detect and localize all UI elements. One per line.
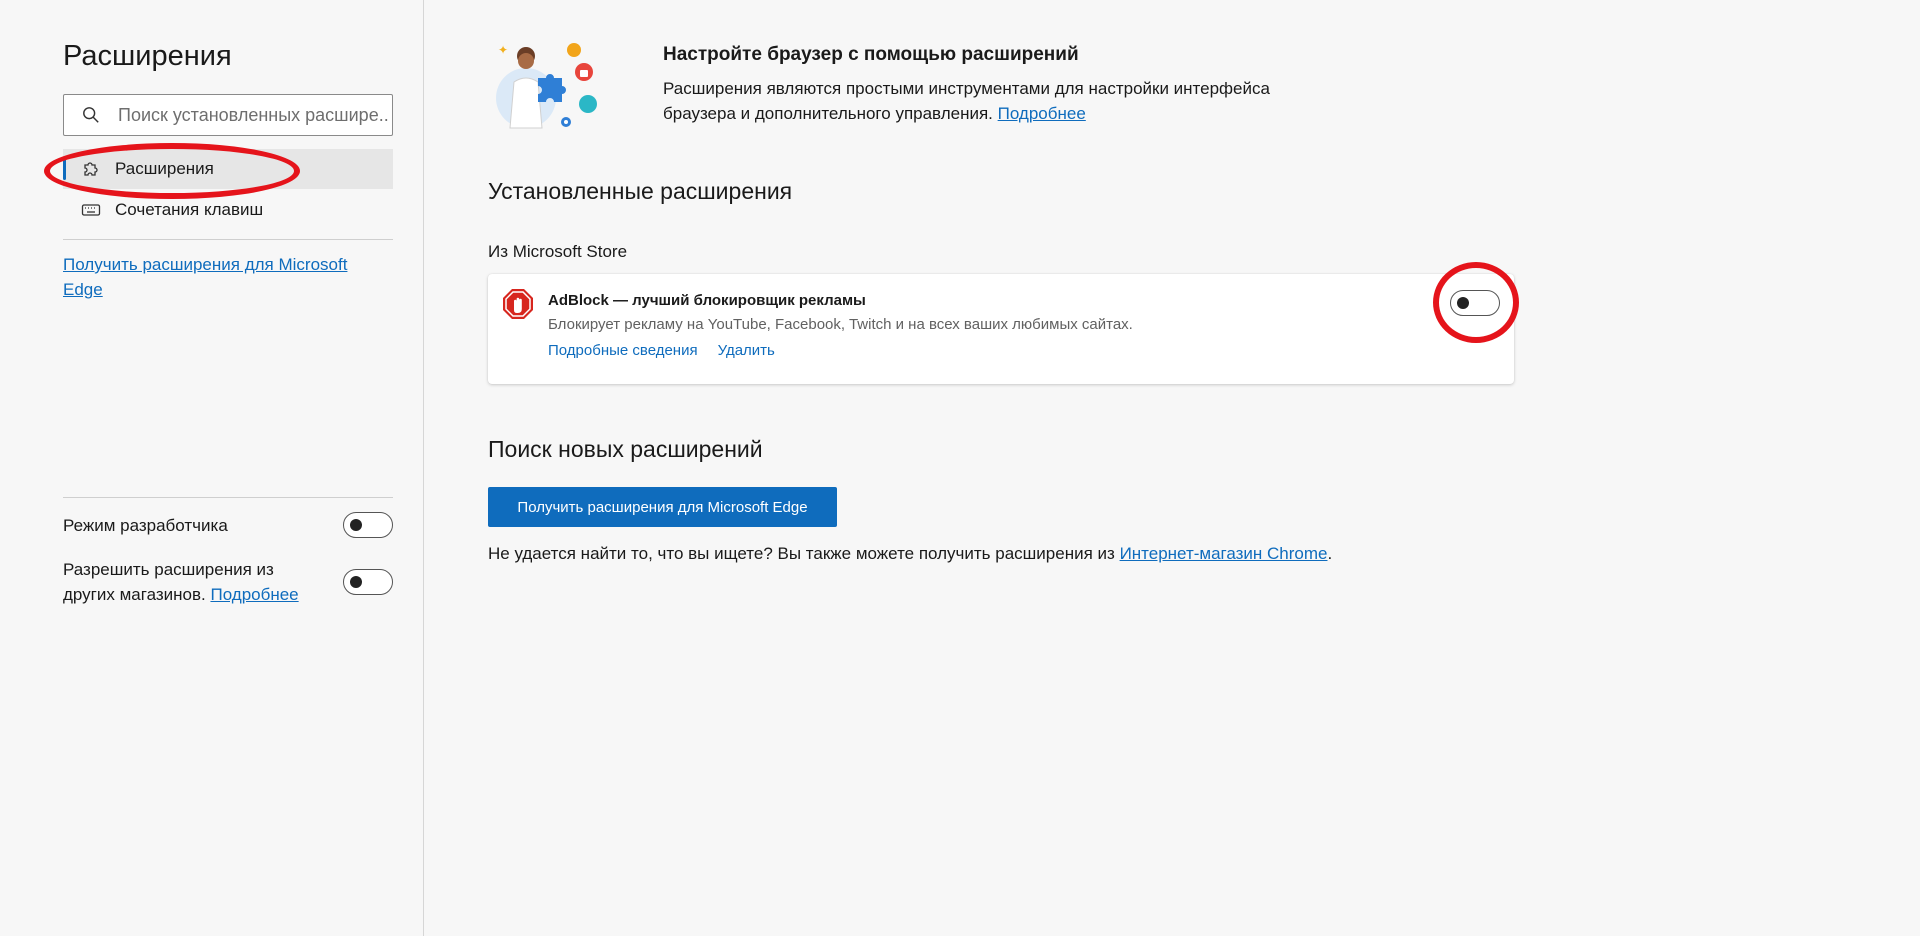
extension-card: AdBlock — лучший блокировщик рекламы Бло… bbox=[488, 274, 1514, 384]
developer-mode-label: Режим разработчика bbox=[63, 515, 228, 535]
extension-links: Подробные сведения Удалить bbox=[548, 342, 775, 359]
sidebar-item-label: Расширения bbox=[115, 159, 214, 178]
adblock-icon bbox=[503, 289, 533, 319]
chrome-store-hint: Не удается найти то, что вы ищете? Вы та… bbox=[488, 544, 1332, 564]
hero-description: Расширения являются простыми инструмента… bbox=[663, 76, 1303, 126]
allow-other-stores-label: Разрешить расширения из других магазинов… bbox=[63, 557, 323, 607]
get-extensions-link[interactable]: Получить расширения для Microsoft Edge bbox=[63, 252, 383, 302]
chrome-store-hint-end: . bbox=[1327, 544, 1333, 563]
hero-title: Настройте браузер с помощью расширений bbox=[663, 44, 1079, 65]
developer-mode-row: Режим разработчика bbox=[63, 512, 393, 538]
allow-other-stores-row: Разрешить расширения из других магазинов… bbox=[63, 557, 393, 607]
search-box[interactable] bbox=[63, 94, 393, 136]
sidebar: Расширения Расширения Сочетания клавиш П… bbox=[0, 0, 424, 936]
allow-other-stores-learn-more-link[interactable]: Подробнее bbox=[210, 585, 298, 604]
hero-description-text: Расширения являются простыми инструмента… bbox=[663, 79, 1270, 123]
toggle-knob bbox=[350, 519, 362, 531]
allow-other-stores-toggle[interactable] bbox=[343, 569, 393, 595]
chrome-web-store-link[interactable]: Интернет-магазин Chrome bbox=[1120, 544, 1328, 563]
toggle-knob bbox=[1457, 297, 1469, 309]
extension-name: AdBlock — лучший блокировщик рекламы bbox=[548, 292, 866, 309]
svg-text:✦: ✦ bbox=[498, 43, 508, 57]
extension-remove-link[interactable]: Удалить bbox=[718, 342, 775, 359]
chrome-store-hint-text: Не удается найти то, что вы ищете? Вы та… bbox=[488, 544, 1115, 563]
divider bbox=[63, 239, 393, 240]
extension-enable-toggle[interactable] bbox=[1450, 290, 1500, 316]
extensions-illustration: ✦ bbox=[496, 43, 597, 129]
get-extensions-button[interactable]: Получить расширения для Microsoft Edge bbox=[488, 487, 837, 527]
hero-learn-more-link[interactable]: Подробнее bbox=[998, 104, 1086, 123]
sidebar-item-extensions[interactable]: Расширения bbox=[63, 149, 393, 189]
sidebar-title: Расширения bbox=[63, 40, 232, 72]
sidebar-item-shortcuts[interactable]: Сочетания клавиш bbox=[63, 190, 393, 230]
toggle-knob bbox=[350, 576, 362, 588]
sidebar-item-label: Сочетания клавиш bbox=[115, 200, 264, 219]
puzzle-icon bbox=[84, 162, 98, 176]
extension-details-link[interactable]: Подробные сведения bbox=[548, 342, 698, 359]
divider bbox=[63, 497, 393, 498]
source-label: Из Microsoft Store bbox=[488, 242, 628, 261]
keyboard-icon bbox=[81, 204, 101, 216]
search-input[interactable] bbox=[118, 104, 388, 126]
search-icon bbox=[83, 107, 99, 123]
installed-extensions-title: Установленные расширения bbox=[488, 178, 793, 204]
developer-mode-toggle[interactable] bbox=[343, 512, 393, 538]
find-new-extensions-title: Поиск новых расширений bbox=[488, 436, 763, 462]
extension-description: Блокирует рекламу на YouTube, Facebook, … bbox=[548, 316, 1133, 333]
